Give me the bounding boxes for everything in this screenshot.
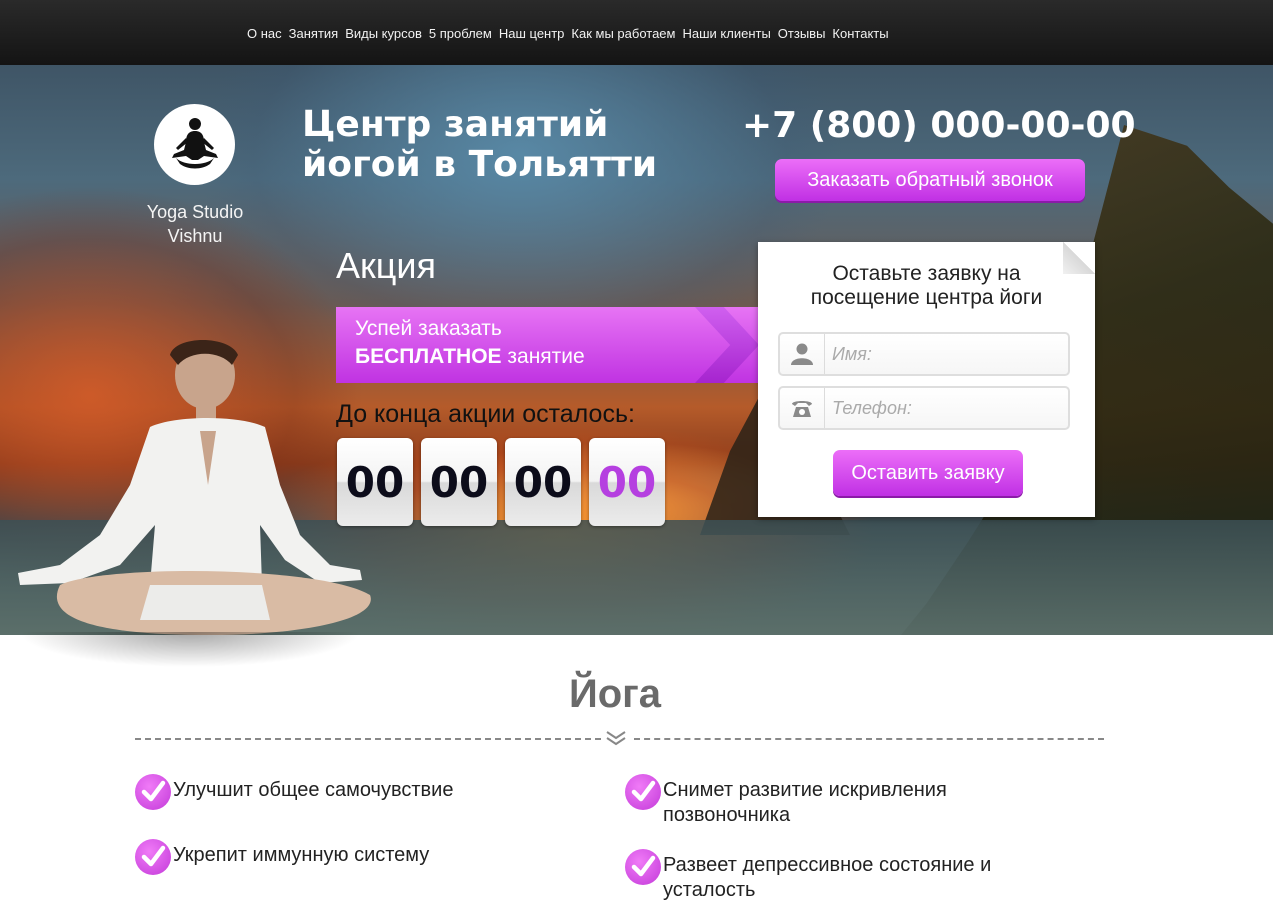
- checkmark-icon: [135, 774, 171, 810]
- benefit-text-line1: Развеет депрессивное состояние и: [663, 854, 992, 876]
- name-input[interactable]: [832, 340, 1057, 368]
- checkmark-icon: [625, 774, 661, 810]
- logo-text: Yoga Studio Vishnu: [120, 200, 270, 248]
- nav-item-contacts[interactable]: Контакты: [832, 26, 888, 41]
- benefit-item: Улучшит общее самочувствие: [135, 774, 454, 810]
- phone-input[interactable]: [832, 394, 1057, 422]
- top-navigation: О нас Занятия Виды курсов 5 проблем Наш …: [0, 0, 1273, 65]
- benefit-text: Укрепит иммунную систему: [173, 844, 430, 866]
- callback-button[interactable]: Заказать обратный звонок: [775, 159, 1085, 201]
- page-title-line1: Центр занятий: [302, 104, 609, 145]
- submit-request-button[interactable]: Оставить заявку: [833, 450, 1023, 496]
- promo-arrow-icon: [695, 307, 759, 383]
- logo-text-line1: Yoga Studio: [146, 202, 244, 222]
- nav-item-classes[interactable]: Занятия: [289, 26, 339, 41]
- nav-menu: О нас Занятия Виды курсов 5 проблем Наш …: [247, 26, 896, 41]
- checkmark-icon: [135, 839, 171, 875]
- benefit-text: Снимет развитие искривления позвоночника: [663, 778, 947, 828]
- section-title: Йога: [568, 672, 662, 716]
- nav-item-about[interactable]: О нас: [247, 26, 282, 41]
- benefit-text: Развеет депрессивное состояние и усталос…: [663, 853, 991, 902]
- double-chevron-down-icon: [606, 731, 626, 746]
- form-title-line1: Оставьте заявку на: [832, 262, 1021, 285]
- user-icon: [780, 334, 825, 374]
- benefit-item: Развеет депрессивное состояние и усталос…: [625, 849, 991, 902]
- promo-heading: Акция: [336, 245, 436, 286]
- phone-field[interactable]: [778, 386, 1070, 430]
- promo-banner: Успей заказать БЕСПЛАТНОЕ занятие: [336, 307, 759, 383]
- nav-item-our-center[interactable]: Наш центр: [499, 26, 565, 41]
- form-title: Оставьте заявку на посещение центра йоги: [758, 262, 1095, 310]
- request-form: Оставьте заявку на посещение центра йоги…: [758, 242, 1095, 517]
- hero-section: Yoga Studio Vishnu Центр занятий йогой в…: [0, 65, 1273, 635]
- promo-line2: БЕСПЛАТНОЕ занятие: [355, 345, 585, 369]
- countdown-label: До конца акции осталось:: [336, 400, 635, 428]
- benefit-text-line2: усталость: [663, 879, 756, 901]
- nav-item-five-problems[interactable]: 5 проблем: [429, 26, 492, 41]
- page-title-line2: йогой в Тольятти: [302, 144, 658, 185]
- divider-left: [135, 738, 601, 740]
- nav-item-course-types[interactable]: Виды курсов: [345, 26, 422, 41]
- logo-text-line2: Vishnu: [167, 226, 223, 246]
- form-title-line2: посещение центра йоги: [810, 286, 1043, 309]
- divider-right: [634, 738, 1104, 740]
- name-field[interactable]: [778, 332, 1070, 376]
- logo-meditation-icon[interactable]: [154, 104, 235, 185]
- timer-hours: 00: [421, 438, 497, 526]
- checkmark-icon: [625, 849, 661, 885]
- benefit-text: Улучшит общее самочувствие: [173, 779, 454, 801]
- timer-seconds: 00: [589, 438, 665, 526]
- nav-item-our-clients[interactable]: Наши клиенты: [682, 26, 770, 41]
- benefit-text-line2: позвоночника: [663, 804, 791, 826]
- meditating-woman-image: [18, 340, 371, 635]
- page-title: Центр занятий йогой в Тольятти: [302, 105, 702, 185]
- nav-item-how-we-work[interactable]: Как мы работаем: [571, 26, 675, 41]
- nav-item-reviews[interactable]: Отзывы: [778, 26, 826, 41]
- benefit-item: Укрепит иммунную систему: [135, 839, 430, 875]
- phone-number[interactable]: +7 (800) 000-00-00: [742, 105, 1136, 146]
- countdown-timer: 00 00 00 00: [337, 438, 665, 526]
- telephone-icon: [780, 388, 825, 428]
- promo-rest-text: занятие: [501, 345, 585, 368]
- benefit-item: Снимет развитие искривления позвоночника: [625, 774, 947, 828]
- timer-minutes: 00: [505, 438, 581, 526]
- benefit-text-line1: Снимет развитие искривления: [663, 779, 947, 801]
